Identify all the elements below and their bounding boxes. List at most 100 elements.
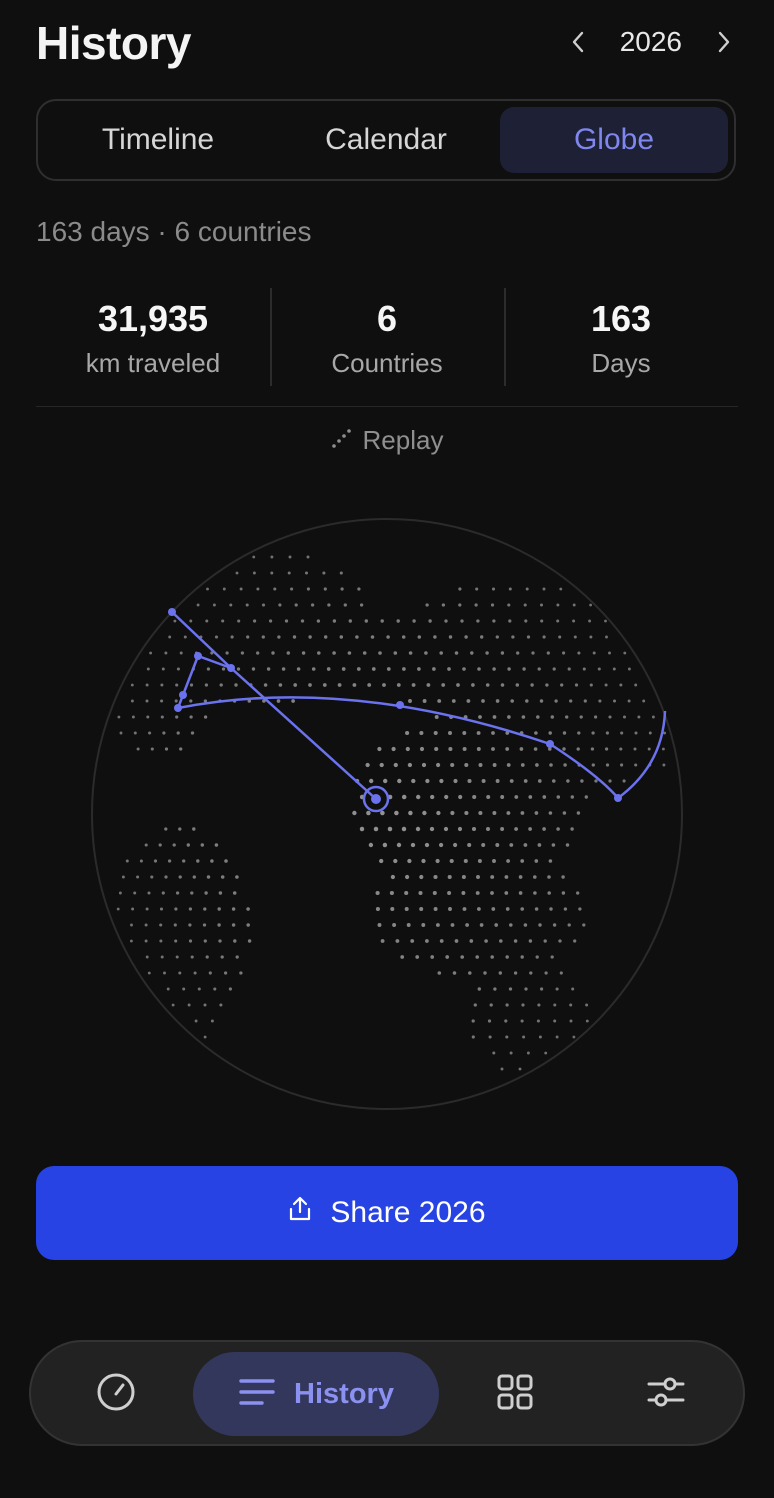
land-dot <box>310 603 315 607</box>
land-dot <box>164 875 168 879</box>
land-dot <box>437 699 442 703</box>
land-dot <box>164 827 168 831</box>
land-dot <box>380 619 384 623</box>
land-dot <box>402 667 406 671</box>
land-dot <box>386 667 391 671</box>
land-dot <box>634 731 638 735</box>
land-dot <box>508 619 512 623</box>
land-dot <box>597 667 601 671</box>
land-dot <box>562 747 566 751</box>
land-dot <box>474 603 478 607</box>
tab-globe[interactable]: Globe <box>500 107 728 173</box>
land-dot <box>521 715 526 719</box>
land-dot <box>174 939 178 943</box>
stat-days: 163 Days <box>504 288 738 386</box>
land-dot <box>448 731 452 735</box>
land-dot <box>504 1019 508 1023</box>
land-dot <box>651 715 655 719</box>
land-dot <box>304 571 309 575</box>
land-dot <box>623 651 627 655</box>
land-dot <box>235 955 239 959</box>
land-dot <box>222 587 226 591</box>
land-dot <box>407 858 412 864</box>
nav-dashboard[interactable] <box>75 1352 157 1436</box>
land-dot <box>200 843 205 847</box>
land-dot <box>530 683 534 687</box>
land-dot <box>174 907 178 911</box>
land-dot <box>217 907 221 911</box>
land-dot <box>592 651 596 655</box>
land-dot <box>136 875 140 879</box>
tab-calendar[interactable]: Calendar <box>272 107 500 173</box>
land-dot <box>395 939 400 943</box>
land-dot <box>294 603 298 607</box>
land-dot <box>436 762 441 768</box>
land-dot <box>523 779 528 783</box>
land-dot <box>515 683 520 687</box>
land-dot <box>524 987 528 991</box>
land-dot <box>605 763 610 767</box>
land-dot <box>561 875 565 879</box>
land-dot <box>415 826 421 832</box>
land-dot <box>464 810 469 816</box>
land-dot <box>186 843 190 847</box>
land-dot <box>464 762 469 768</box>
land-dot <box>239 971 243 975</box>
land-dot <box>166 987 170 991</box>
land-dot <box>528 795 533 799</box>
land-dot <box>487 1019 492 1023</box>
land-dot <box>520 955 524 959</box>
land-dot <box>359 826 365 832</box>
land-dot <box>647 747 651 751</box>
land-dot <box>163 971 166 975</box>
land-dot <box>206 875 211 879</box>
land-dot <box>538 1035 542 1039</box>
land-dot <box>407 762 413 768</box>
share-button[interactable]: Share 2026 <box>36 1166 738 1260</box>
land-dot <box>492 763 497 767</box>
land-dot <box>167 859 172 863</box>
chevron-right-icon[interactable] <box>710 28 738 56</box>
land-dot <box>514 827 518 831</box>
land-dot <box>458 794 463 800</box>
land-dot <box>533 891 537 895</box>
land-dot <box>405 730 410 736</box>
route-stop <box>614 794 622 802</box>
land-dot <box>401 826 407 832</box>
land-dot <box>408 810 413 816</box>
land-dot <box>168 635 172 639</box>
land-dot <box>256 651 260 655</box>
nav-history[interactable]: History <box>193 1352 439 1436</box>
land-dot <box>271 651 275 655</box>
replay-button[interactable]: Replay <box>0 425 774 456</box>
land-dot <box>583 699 587 703</box>
land-dot <box>332 619 337 623</box>
land-dot <box>149 651 153 655</box>
chevron-left-icon[interactable] <box>564 28 592 56</box>
globe-map[interactable] <box>88 515 686 1113</box>
land-dot <box>287 571 291 575</box>
nav-grid[interactable] <box>474 1352 556 1436</box>
tab-timeline[interactable]: Timeline <box>44 107 272 173</box>
land-dot <box>300 619 305 623</box>
land-dot <box>214 635 219 639</box>
land-dot <box>213 987 217 991</box>
land-dot <box>525 587 529 591</box>
land-dot <box>404 890 409 896</box>
land-dot <box>538 923 542 927</box>
land-dot <box>471 683 475 687</box>
land-dot <box>231 907 236 911</box>
land-dot <box>130 923 133 927</box>
land-dot <box>550 715 555 719</box>
land-dot <box>543 939 547 943</box>
land-dot <box>408 651 413 655</box>
land-dot <box>582 667 586 671</box>
land-dot <box>426 683 431 687</box>
land-dot <box>542 827 546 831</box>
route-stop <box>174 704 182 712</box>
land-dot <box>392 923 397 927</box>
land-dot <box>189 619 193 623</box>
land-dot <box>365 762 370 768</box>
land-dot <box>500 795 505 799</box>
nav-settings[interactable] <box>625 1352 707 1436</box>
